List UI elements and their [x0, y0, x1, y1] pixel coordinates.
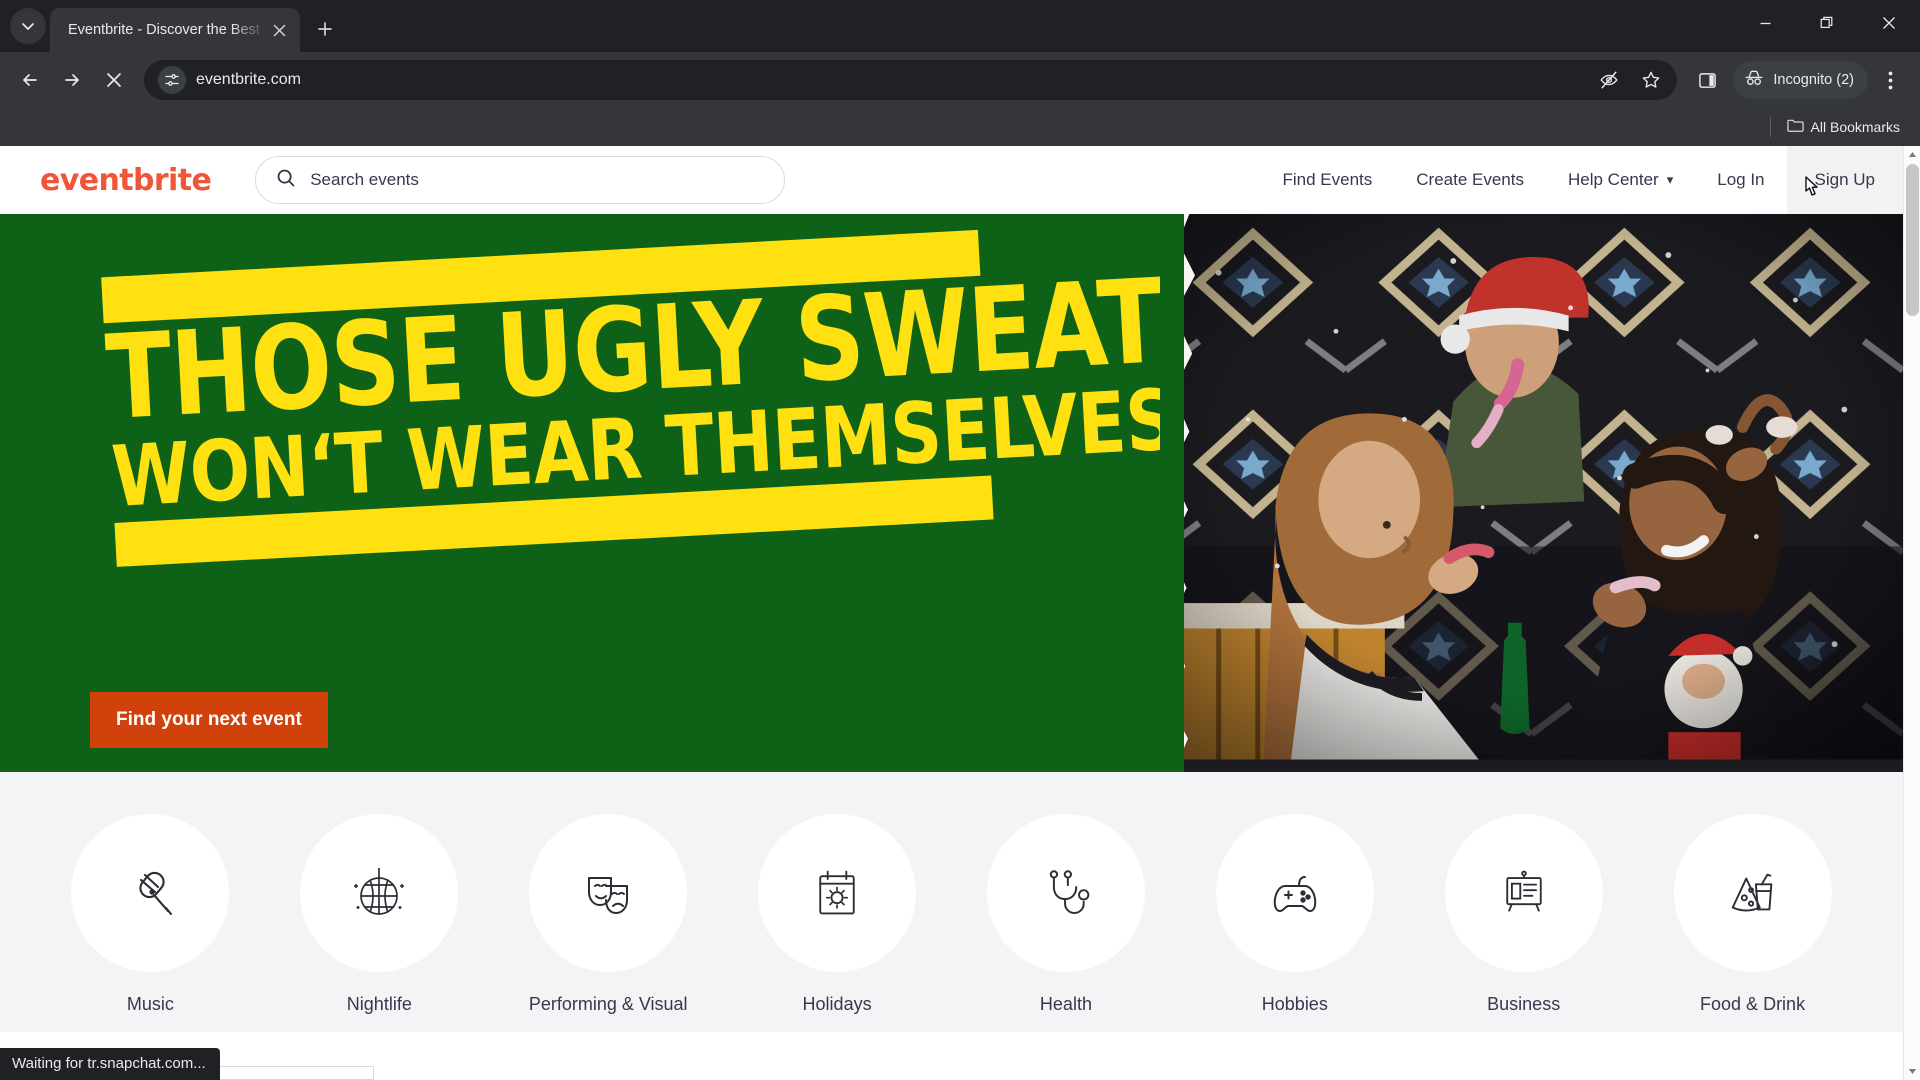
microphone-icon	[71, 814, 230, 972]
category-row: Music Nightlife Performing & Visual Holi…	[0, 772, 1903, 1032]
category-label: Holidays	[802, 994, 872, 1014]
nav-sign-up[interactable]: Sign Up	[1786, 146, 1903, 214]
maximize-restore-button[interactable]	[1796, 0, 1858, 46]
tab-strip: Eventbrite - Discover the Best	[0, 0, 1920, 52]
category-label: Music	[126, 994, 174, 1014]
scrollbar-thumb[interactable]	[1906, 164, 1919, 316]
chevron-down-icon: ▾	[1666, 172, 1674, 187]
category-business[interactable]: Business	[1434, 814, 1614, 1015]
incognito-icon	[1743, 68, 1765, 92]
search-input[interactable]: Search events	[255, 156, 786, 204]
site-settings-icon[interactable]	[158, 66, 186, 94]
folder-icon	[1786, 118, 1804, 136]
presentation-board-icon	[1444, 814, 1603, 972]
category-music[interactable]: Music	[60, 814, 240, 1015]
tab-close-button[interactable]	[266, 17, 292, 43]
status-bubble: Waiting for tr.snapchat.com...	[0, 1048, 220, 1080]
category-label: Nightlife	[346, 994, 412, 1014]
side-panel-icon[interactable]	[1687, 60, 1727, 100]
category-performing-visual[interactable]: Performing & Visual	[518, 814, 698, 1015]
scroll-up-arrow[interactable]	[1904, 146, 1920, 163]
three-dot-menu-icon[interactable]	[1870, 60, 1910, 100]
window-controls	[1734, 0, 1920, 46]
hero-banner: THOSE UGLY SWEATERS WON‘T WEAR THEMSELVE…	[0, 214, 1903, 772]
tab-search-button[interactable]	[10, 8, 46, 44]
bookmarks-bar: All Bookmarks	[0, 108, 1920, 146]
nav-create-events[interactable]: Create Events	[1394, 146, 1546, 214]
forward-button[interactable]	[52, 60, 92, 100]
category-food-drink[interactable]: Food & Drink	[1663, 814, 1843, 1015]
category-holidays[interactable]: Holidays	[747, 814, 927, 1015]
close-window-button[interactable]	[1858, 0, 1920, 46]
category-nightlife[interactable]: Nightlife	[289, 814, 469, 1015]
omnibox-actions	[1589, 60, 1671, 100]
hero-left-panel: THOSE UGLY SWEATERS WON‘T WEAR THEMSELVE…	[0, 214, 1372, 772]
browser-toolbar: eventbrite.com Incognito (2)	[0, 52, 1920, 108]
category-label: Hobbies	[1261, 994, 1328, 1014]
back-arrow-icon	[23, 74, 37, 86]
find-next-event-button[interactable]: Find your next event	[90, 692, 328, 748]
category-label: Health	[1039, 994, 1092, 1014]
profile-label: Incognito (2)	[1773, 72, 1854, 88]
search-placeholder: Search events	[310, 170, 419, 189]
tab-title: Eventbrite - Discover the Best	[68, 22, 260, 38]
browser-tab[interactable]: Eventbrite - Discover the Best	[50, 8, 300, 52]
page-scrollbar[interactable]	[1903, 146, 1920, 1080]
eventbrite-page: eventbrite Search events Find Events Cre…	[0, 146, 1903, 1080]
eventbrite-logo[interactable]: eventbrite	[40, 163, 212, 198]
new-tab-button[interactable]	[308, 12, 342, 46]
site-header: eventbrite Search events Find Events Cre…	[0, 146, 1903, 214]
hero-photo	[1160, 214, 1903, 772]
scroll-down-arrow[interactable]	[1904, 1063, 1920, 1080]
category-health[interactable]: Health	[976, 814, 1156, 1015]
all-bookmarks-label: All Bookmarks	[1810, 119, 1900, 135]
search-icon	[276, 168, 296, 193]
theater-masks-icon	[529, 814, 688, 972]
calendar-sun-icon	[758, 814, 917, 972]
minimize-button[interactable]	[1734, 0, 1796, 46]
category-label: Food & Drink	[1700, 994, 1806, 1014]
disco-ball-icon	[300, 814, 459, 972]
profile-incognito-button[interactable]: Incognito (2)	[1733, 61, 1868, 99]
eye-off-icon[interactable]	[1589, 60, 1629, 100]
back-button[interactable]	[10, 60, 50, 100]
forward-arrow-icon	[65, 74, 79, 86]
torn-edge-green-fill	[1160, 214, 1184, 772]
nav-log-in[interactable]: Log In	[1695, 146, 1786, 214]
category-label: Business	[1487, 994, 1561, 1014]
stethoscope-icon	[986, 814, 1145, 972]
category-label: Performing & Visual	[528, 994, 688, 1014]
address-bar[interactable]: eventbrite.com	[144, 60, 1678, 100]
page-viewport: eventbrite Search events Find Events Cre…	[0, 146, 1920, 1080]
star-icon[interactable]	[1631, 60, 1671, 100]
browser-window: Eventbrite - Discover the Best eventbrit…	[0, 0, 1920, 1080]
stop-loading-icon	[107, 73, 121, 87]
nav-help-center-label: Help Center	[1568, 170, 1659, 189]
game-controller-icon	[1215, 814, 1374, 972]
stop-loading-button[interactable]	[94, 60, 134, 100]
ugly-sweater-photo	[1160, 214, 1903, 760]
all-bookmarks-button[interactable]: All Bookmarks	[1781, 114, 1906, 140]
nav-find-events[interactable]: Find Events	[1261, 146, 1395, 214]
url-text: eventbrite.com	[196, 71, 301, 88]
site-nav: Find Events Create Events Help Center ▾ …	[1261, 146, 1903, 214]
pizza-drink-icon	[1673, 814, 1832, 972]
nav-help-center[interactable]: Help Center ▾	[1546, 146, 1695, 214]
category-hobbies[interactable]: Hobbies	[1205, 814, 1385, 1015]
bookmarks-divider	[1769, 117, 1771, 137]
